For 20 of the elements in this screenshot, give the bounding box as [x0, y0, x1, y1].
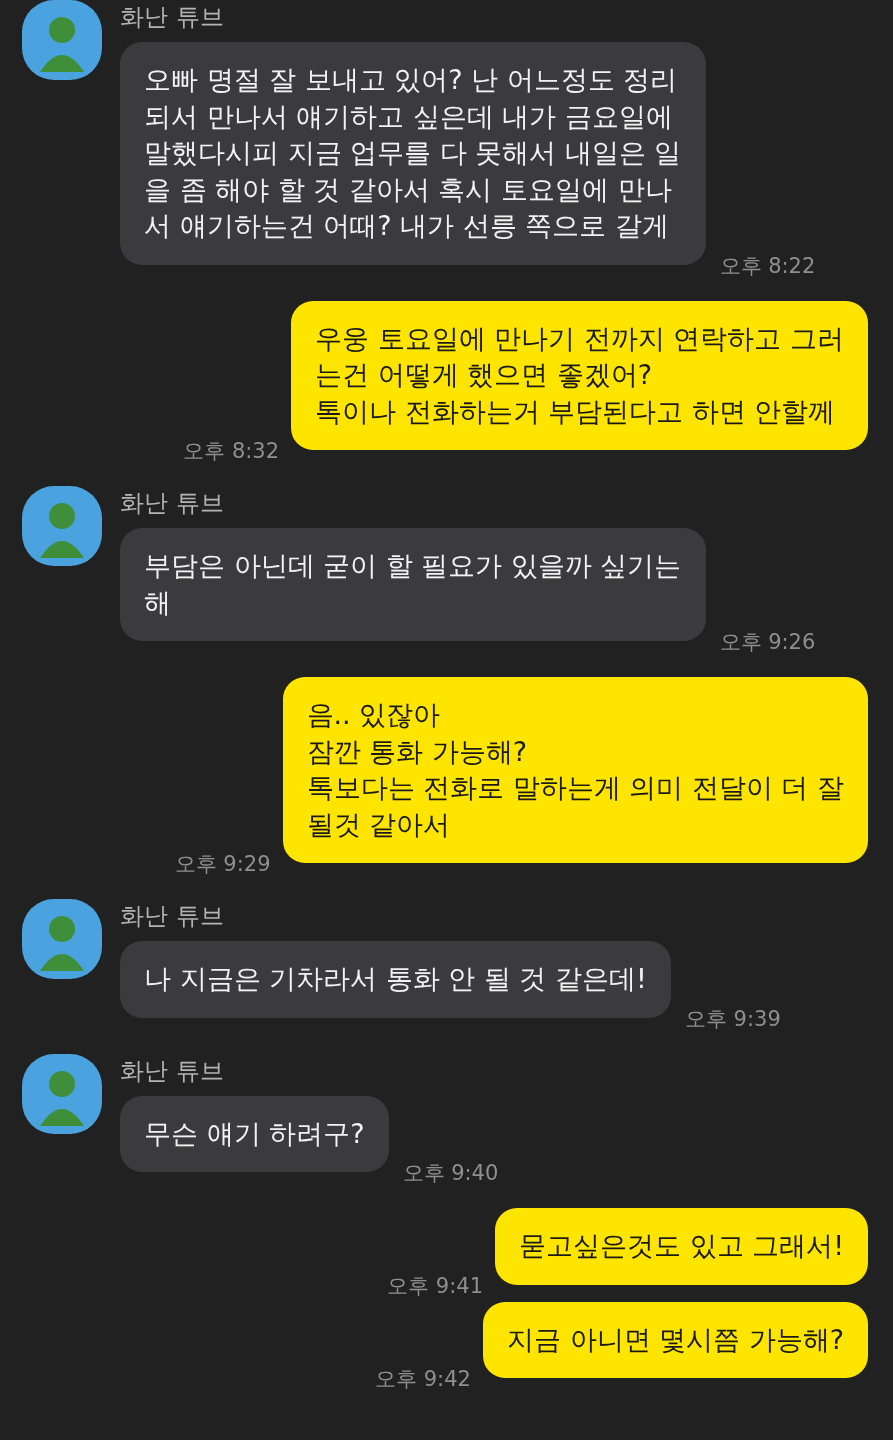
message-time: 오후 9:39 — [684, 1005, 781, 1032]
message-time: 오후 9:29 — [174, 851, 271, 877]
message-bubble: 음.. 있잖아 잠깐 통화 가능해? 톡보다는 전화로 말하는게 의미 전달이 더 잘 될것 같아서 — [282, 677, 868, 863]
message-bubble: 지금 아니면 몇시쯤 가능해? — [482, 1301, 868, 1378]
message-time: 오후 9:41 — [387, 1272, 483, 1299]
message-time: 오후 9:26 — [719, 629, 816, 655]
sender-name: 화난 튜브 — [120, 2, 225, 32]
message-time: 오후 8:22 — [719, 252, 816, 279]
message-bubble: 부담은 아닌데 굳이 할 필요가 있을까 싶기는 해 — [120, 528, 706, 641]
message-time: 오후 8:32 — [183, 438, 280, 464]
sender-name: 화난 튜브 — [120, 901, 225, 931]
message-time: 오후 9:40 — [402, 1160, 499, 1186]
message-bubble: 오빠 명절 잘 보내고 있어? 난 어느정도 정리 되서 만나서 얘기하고 싶은데 내가 금요일에 말했다시피 지금 업무를 다 못해서 내일은 일 을 좀 해야 할 것 같아서 혹시 토요일에 만나 서 얘기하는건 어때? 내가 선릉 쪽으로 갈게 — [120, 42, 706, 265]
sender-name: 화난 튜브 — [120, 488, 225, 518]
message-bubble: 우웅 토요일에 만나기 전까지 연락하고 그러 는건 어떻게 했으면 좋겠어? 톡이나 전화하는거 부담된다고 하면 안할께 — [291, 300, 868, 450]
message-time: 오후 9:42 — [375, 1366, 471, 1392]
message-bubble: 무슨 얘기 하려구? — [120, 1095, 389, 1172]
message-bubble: 묻고싶은것도 있고 그래서! — [495, 1208, 868, 1285]
sender-name: 화난 튜브 — [120, 1055, 225, 1086]
message-bubble: 나 지금은 기차라서 통화 안 될 것 같은데! — [120, 941, 671, 1018]
